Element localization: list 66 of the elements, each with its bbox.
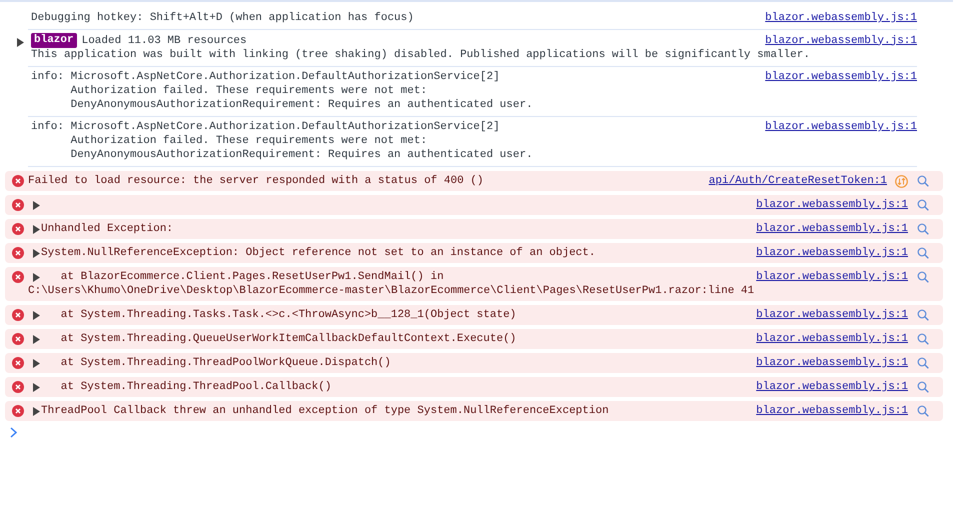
source-link[interactable]: blazor.webassembly.js:1 <box>756 332 908 346</box>
source-link[interactable]: blazor.webassembly.js:1 <box>765 11 917 25</box>
expand-triangle-icon[interactable] <box>33 382 40 392</box>
expand-triangle-icon[interactable] <box>33 358 40 368</box>
error-message: Failed to load resource: the server responded with a status of 400 () <box>28 174 484 188</box>
error-message: at System.Threading.ThreadPoolWorkQueue.Dispatch() <box>60 356 391 370</box>
source-link[interactable]: blazor.webassembly.js:1 <box>765 70 917 84</box>
search-icon[interactable] <box>917 271 929 283</box>
error-icon <box>12 309 24 321</box>
error-icon <box>12 405 24 417</box>
console-prompt-icon <box>10 427 17 438</box>
log-message: Authorization failed. These requirements were not met: <box>70 84 428 98</box>
network-request-icon[interactable] <box>895 174 908 188</box>
log-message: Authorization failed. These requirements were not met: <box>70 134 428 148</box>
error-message: ThreadPool Callback threw an unhandled exception of type System.NullReferenceException <box>41 404 609 418</box>
error-message: C:\Users\Khumo\OneDrive\Desktop\BlazorEcommerce-master\BlazorEcommerce\Client\Pages\ResetUserPw1.razor:line 41 <box>28 284 756 298</box>
search-icon[interactable] <box>917 357 929 369</box>
expand-triangle-icon[interactable] <box>33 272 40 282</box>
source-link[interactable]: blazor.webassembly.js:1 <box>756 198 908 212</box>
expand-triangle-icon[interactable] <box>33 248 40 258</box>
error-message: System.NullReferenceException: Object reference not set to an instance of an object. <box>41 246 596 260</box>
expand-triangle-icon[interactable] <box>33 310 40 320</box>
source-link[interactable]: blazor.webassembly.js:1 <box>756 222 908 236</box>
search-icon[interactable] <box>917 309 929 321</box>
source-link[interactable]: blazor.webassembly.js:1 <box>756 380 908 394</box>
source-link[interactable]: blazor.webassembly.js:1 <box>756 356 908 370</box>
error-icon <box>12 247 24 259</box>
error-icon <box>12 199 24 211</box>
error-icon <box>12 357 24 369</box>
log-message: Debugging hotkey: Shift+Alt+D (when application has focus) <box>31 11 415 25</box>
expand-triangle-icon[interactable] <box>33 334 40 344</box>
error-message: Unhandled Exception: <box>41 222 174 236</box>
source-link[interactable]: blazor.webassembly.js:1 <box>756 270 908 284</box>
error-message: at System.Threading.ThreadPool.Callback() <box>60 380 332 394</box>
error-message: at System.Threading.QueueUserWorkItemCallbackDefaultContext.Execute() <box>60 332 516 346</box>
log-message: DenyAnonymousAuthorizationRequirement: Requires an authenticated user. <box>70 98 534 112</box>
log-message: This application was built with linking (tree shaking) disabled. Published applications will be significantly smaller. <box>31 48 811 62</box>
error-icon <box>12 223 24 235</box>
expand-triangle-icon[interactable] <box>33 406 40 416</box>
source-link[interactable]: blazor.webassembly.js:1 <box>765 120 917 134</box>
error-message: at System.Threading.Tasks.Task.<>c.<ThrowAsync>b__128_1(Object state) <box>60 308 516 322</box>
source-link[interactable]: api/Auth/CreateResetToken:1 <box>708 174 887 188</box>
error-icon <box>12 271 24 283</box>
search-icon[interactable] <box>917 199 929 211</box>
log-message: info: Microsoft.AspNetCore.Authorization.DefaultAuthorizationService[2] <box>31 70 501 84</box>
source-link[interactable]: blazor.webassembly.js:1 <box>765 34 917 48</box>
log-message: Loaded 11.03 MB resources <box>82 34 248 48</box>
source-link[interactable]: blazor.webassembly.js:1 <box>756 404 908 418</box>
blazor-badge: blazor <box>31 33 77 48</box>
search-icon[interactable] <box>917 223 929 235</box>
search-icon[interactable] <box>917 405 929 417</box>
error-icon <box>12 381 24 393</box>
expand-triangle-icon[interactable] <box>17 38 24 47</box>
log-message: DenyAnonymousAuthorizationRequirement: Requires an authenticated user. <box>70 148 534 162</box>
source-link[interactable]: blazor.webassembly.js:1 <box>756 246 908 260</box>
log-message: info: Microsoft.AspNetCore.Authorization.DefaultAuthorizationService[2] <box>31 120 501 134</box>
error-icon <box>12 333 24 345</box>
error-message: at BlazorEcommerce.Client.Pages.ResetUserPw1.SendMail() in <box>60 270 444 284</box>
error-icon <box>12 175 24 187</box>
search-icon[interactable] <box>917 381 929 393</box>
expand-triangle-icon[interactable] <box>33 200 40 210</box>
search-icon[interactable] <box>917 333 929 345</box>
expand-triangle-icon[interactable] <box>33 224 40 234</box>
source-link[interactable]: blazor.webassembly.js:1 <box>756 308 908 322</box>
search-icon[interactable] <box>917 247 929 259</box>
search-icon[interactable] <box>917 175 929 187</box>
